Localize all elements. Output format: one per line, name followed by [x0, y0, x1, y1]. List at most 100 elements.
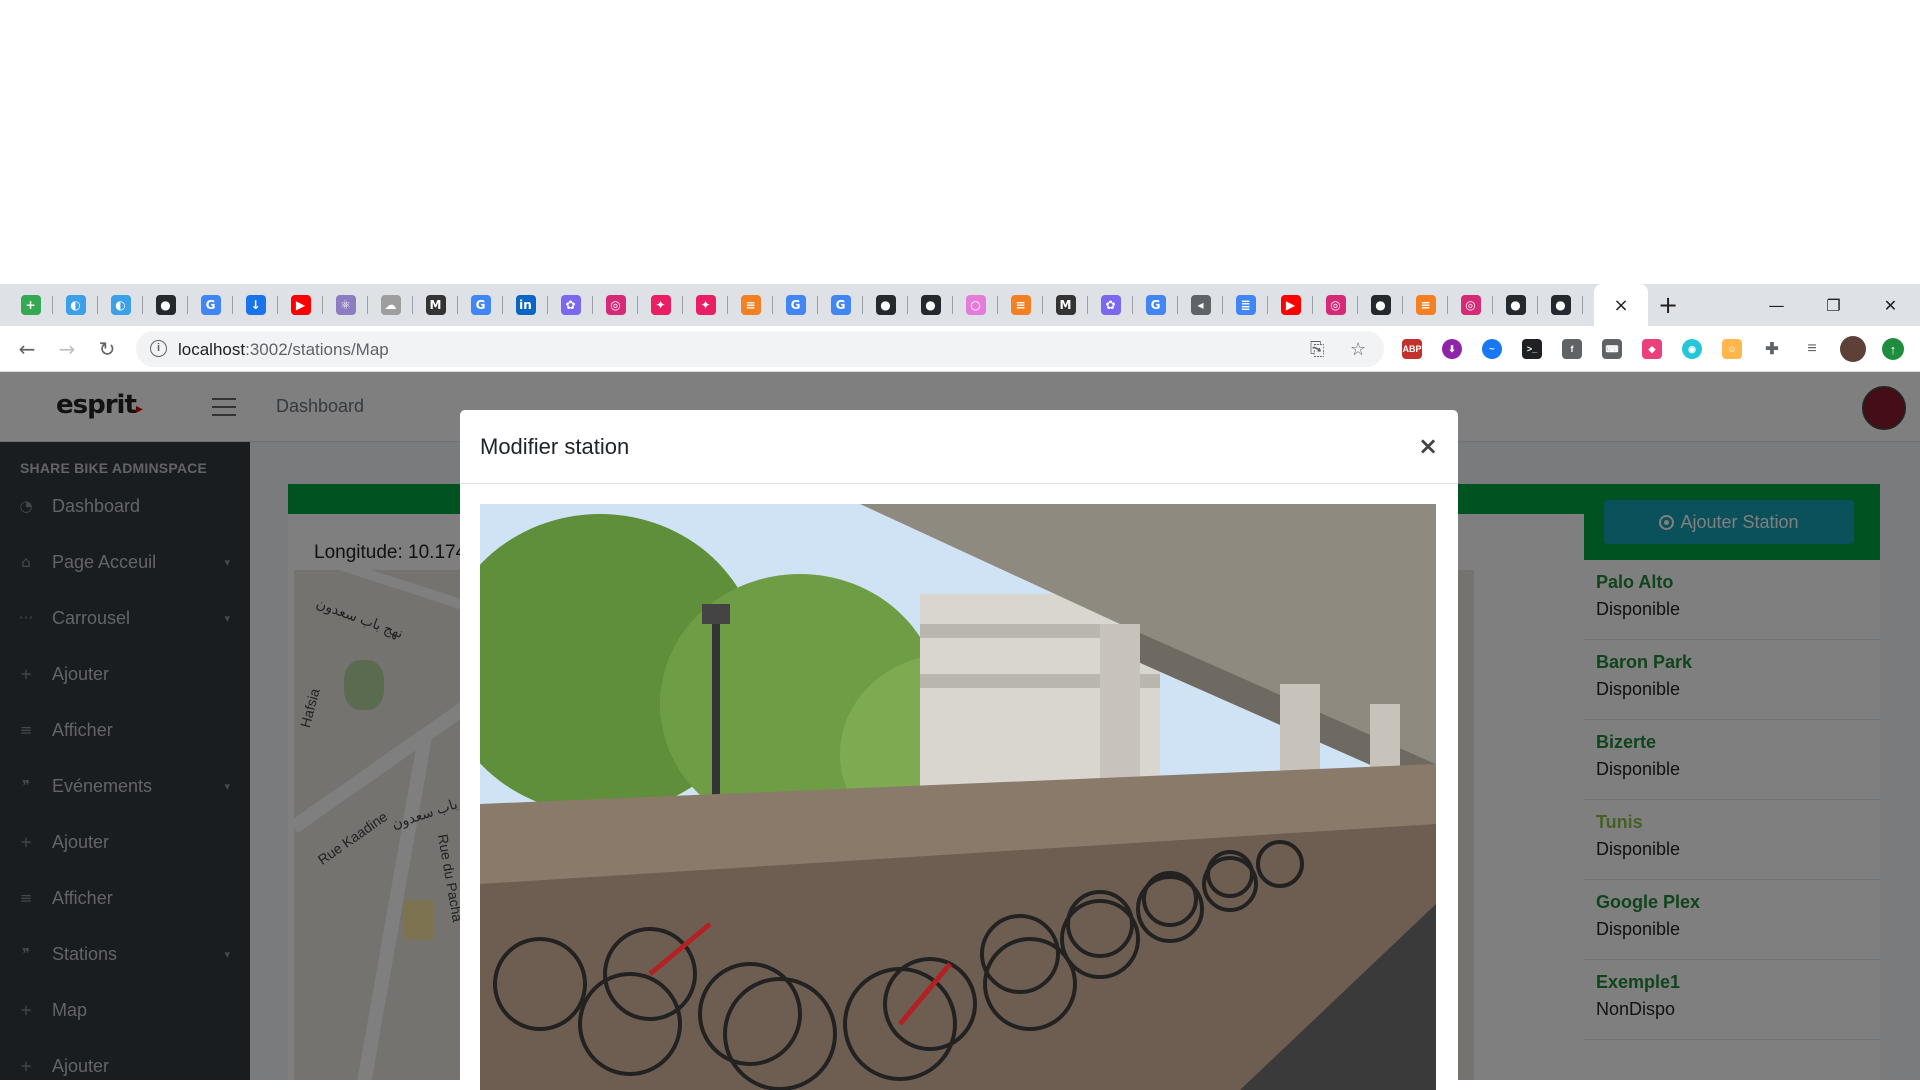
color-picker-icon[interactable]: ◉ — [1682, 339, 1702, 359]
github-icon: ● — [875, 295, 896, 315]
google-icon: G — [200, 295, 221, 315]
browser-tab[interactable]: G — [1133, 284, 1178, 326]
tab-close-icon[interactable]: × — [1613, 295, 1628, 316]
browser-tab[interactable]: G — [188, 284, 233, 326]
sheets-icon: + — [20, 295, 41, 315]
url-text[interactable]: localhost:3002/stations/Map — [178, 340, 389, 360]
browser-tab[interactable]: ✦ — [638, 284, 683, 326]
browser-tab[interactable]: ≡ — [1403, 284, 1448, 326]
edge-icon: ◐ — [110, 295, 131, 315]
github-icon: ● — [1370, 295, 1391, 315]
google-icon: G — [470, 295, 491, 315]
emoji-icon[interactable]: ☺ — [1722, 339, 1742, 359]
maximize-button[interactable]: ❐ — [1805, 284, 1862, 326]
translate-icon[interactable]: ⎘ — [1310, 339, 1324, 360]
messenger-icon[interactable]: ~ — [1482, 339, 1502, 359]
google-icon: G — [1145, 295, 1166, 315]
browser-tab[interactable]: ● — [863, 284, 908, 326]
medium-icon: M — [1055, 295, 1076, 315]
minimize-button[interactable]: — — [1748, 284, 1805, 326]
facebook-icon[interactable]: f — [1562, 339, 1582, 359]
youtube-icon: ▶ — [290, 295, 311, 315]
back-button[interactable]: ← — [12, 334, 42, 364]
bookmark-star-icon[interactable]: ☆ — [1350, 339, 1366, 360]
bike-parking-photo — [480, 504, 1436, 1090]
github-icon: ● — [1505, 295, 1526, 315]
linkedin-icon: in — [515, 295, 536, 315]
stackoverflow-icon: ≡ — [1415, 295, 1436, 315]
terminal-icon[interactable]: >_ — [1522, 339, 1542, 359]
docs-icon: ≣ — [1235, 295, 1256, 315]
browser-tab[interactable]: M — [413, 284, 458, 326]
close-window-button[interactable]: ✕ — [1862, 284, 1919, 326]
modal-close-button[interactable]: × — [1418, 432, 1438, 460]
new-tab-button[interactable]: + — [1652, 284, 1684, 326]
browser-tab[interactable]: ◂ — [1178, 284, 1223, 326]
browser-tab[interactable]: ↓ — [233, 284, 278, 326]
forward-button[interactable]: → — [52, 334, 82, 364]
browser-tab[interactable]: ▶ — [278, 284, 323, 326]
stackoverflow-icon: ≡ — [740, 295, 761, 315]
keyboard-icon[interactable]: ⌨ — [1602, 339, 1622, 359]
github-icon: ● — [1550, 295, 1571, 315]
browser-tab[interactable]: ◐ — [98, 284, 143, 326]
browser-tab[interactable]: G — [773, 284, 818, 326]
google-icon: G — [830, 295, 851, 315]
browser-tab[interactable]: ● — [1538, 284, 1583, 326]
browser-tab[interactable]: ≡ — [998, 284, 1043, 326]
browser-tab[interactable]: ● — [143, 284, 188, 326]
modal-header: Modifier station × — [460, 410, 1458, 484]
browser-tab[interactable]: ● — [908, 284, 953, 326]
toggl-icon: ○ — [965, 295, 986, 315]
browser-tab[interactable]: ◐ — [53, 284, 98, 326]
github-icon: ● — [155, 295, 176, 315]
extension-icon[interactable]: ⬇ — [1442, 339, 1462, 359]
browser-tab[interactable]: ≡ — [728, 284, 773, 326]
active-tab[interactable]: × — [1594, 284, 1648, 326]
edit-station-modal: Modifier station × — [460, 410, 1458, 1090]
audio-icon: ◂ — [1190, 295, 1211, 315]
openai-icon: ✿ — [560, 295, 581, 315]
hash-icon: ⚛ — [335, 295, 356, 315]
browser-tab[interactable]: G — [458, 284, 503, 326]
stackoverflow-icon: ≡ — [1010, 295, 1031, 315]
browser-tab[interactable]: ✦ — [683, 284, 728, 326]
shapes-icon[interactable]: ◆ — [1642, 339, 1662, 359]
youtube-icon: ▶ — [1280, 295, 1301, 315]
browser-tab[interactable]: ○ — [953, 284, 998, 326]
instagram-icon: ◎ — [1460, 295, 1481, 315]
bike-parking-illustration — [480, 504, 1436, 1090]
modal-title: Modifier station — [480, 434, 630, 459]
browser-tab[interactable]: ◎ — [593, 284, 638, 326]
browser-tab[interactable]: ◎ — [1448, 284, 1493, 326]
reload-button[interactable]: ↻ — [92, 334, 122, 364]
browser-tab[interactable]: M — [1043, 284, 1088, 326]
instagram-icon: ◎ — [605, 295, 626, 315]
browser-tab[interactable]: in — [503, 284, 548, 326]
update-icon[interactable]: ↑ — [1882, 338, 1904, 360]
site-info-icon[interactable]: i — [150, 340, 167, 357]
browser-tab[interactable]: G — [818, 284, 863, 326]
reading-list-icon[interactable]: ≡ — [1802, 339, 1822, 359]
browser-tab[interactable]: ◎ — [1313, 284, 1358, 326]
browser-tab[interactable]: ≣ — [1223, 284, 1268, 326]
address-bar[interactable]: i localhost:3002/stations/Map ⎘ ☆ — [136, 331, 1384, 367]
browser-tab[interactable]: ● — [1358, 284, 1403, 326]
browser-tab[interactable]: ☁ — [368, 284, 413, 326]
browser-tab[interactable]: ⚛ — [323, 284, 368, 326]
medium-icon: M — [425, 295, 446, 315]
download-icon: ↓ — [245, 295, 266, 315]
browser-tab-strip: × + — ❐ ✕ + ◐ ◐ ● G ↓ ▶ ⚛ ☁ M Gin ✿ ◎ ✦ ✦ ≡ G G ● ● ○ ≡ M ✿ G ◂ ≣ ▶… — [0, 284, 1920, 326]
browser-tab[interactable]: ✿ — [1088, 284, 1133, 326]
google-icon: G — [785, 295, 806, 315]
browser-tab[interactable]: ● — [1493, 284, 1538, 326]
extensions-puzzle-icon[interactable]: ✚ — [1762, 339, 1782, 359]
browser-tab[interactable]: + — [8, 284, 53, 326]
browser-tab[interactable]: ▶ — [1268, 284, 1313, 326]
profile-avatar[interactable] — [1840, 336, 1866, 362]
edge-icon: ◐ — [65, 295, 86, 315]
browser-tab[interactable]: ✿ — [548, 284, 593, 326]
adblock-icon[interactable]: ABP — [1402, 339, 1422, 359]
instagram-icon: ◎ — [1325, 295, 1346, 315]
github-icon: ● — [920, 295, 941, 315]
